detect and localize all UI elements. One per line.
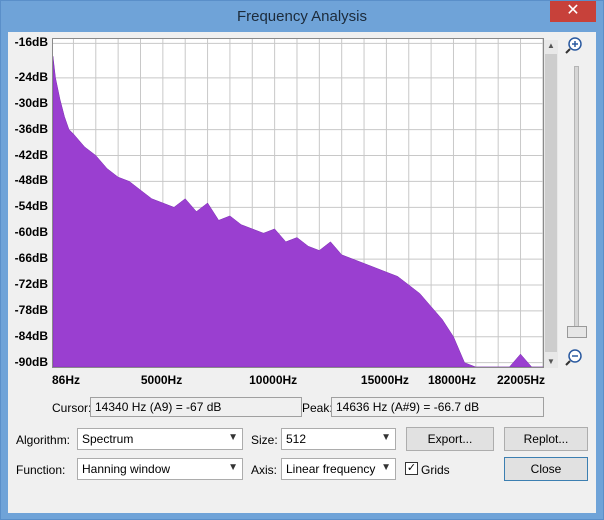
y-tick-label: -72dB: [14, 277, 48, 291]
scroll-thumb[interactable]: [545, 54, 557, 352]
dialog-client-area: -16dB -24dB -30dB -36dB -42dB -48dB -54dB -60dB…: [8, 32, 596, 513]
chevron-down-icon: ▼: [228, 432, 238, 443]
axis-select[interactable]: Linear frequency ▼: [281, 458, 396, 480]
zoom-out-icon[interactable]: [564, 348, 584, 368]
y-tick-label: -42dB: [14, 147, 48, 162]
peak-label: Peak:: [302, 401, 333, 415]
y-tick-label: -78dB: [14, 302, 48, 317]
replot-button[interactable]: Replot...: [504, 427, 588, 451]
plot-vertical-scrollbar[interactable]: ▲ ▼: [544, 40, 558, 368]
function-label: Function:: [16, 463, 66, 477]
grids-label: Grids: [421, 463, 450, 477]
chevron-down-icon: ▼: [381, 432, 391, 443]
peak-readout: 14636 Hz (A#9) = -66.7 dB: [331, 397, 544, 417]
cursor-readout: 14340 Hz (A9) = -67 dB: [90, 397, 302, 417]
close-button[interactable]: Close: [504, 457, 588, 481]
chevron-down-icon: ▼: [381, 462, 391, 473]
algorithm-select[interactable]: Spectrum ▼: [77, 428, 243, 450]
frequency-analysis-window: Frequency Analysis ✕ -16dB -24dB -30dB -36d…: [0, 0, 604, 520]
x-tick-label: 15000Hz: [360, 373, 409, 387]
function-value: Hanning window: [82, 462, 171, 476]
zoom-slider-thumb[interactable]: [567, 326, 587, 338]
y-tick-label: -90dB: [14, 354, 48, 369]
axis-value: Linear frequency: [286, 462, 376, 476]
y-tick-label: -66dB: [14, 251, 48, 266]
algorithm-value: Spectrum: [82, 432, 134, 446]
axis-label: Axis:: [251, 463, 278, 477]
y-tick-label: -60dB: [14, 225, 48, 240]
size-label: Size:: [251, 433, 278, 447]
y-tick-label: -84dB: [14, 328, 48, 343]
cursor-label: Cursor:: [52, 401, 92, 415]
x-tick-label: 5000Hz: [140, 373, 183, 387]
window-title: Frequency Analysis: [236, 8, 368, 25]
scroll-up-arrow-icon[interactable]: ▲: [544, 40, 558, 52]
function-select[interactable]: Hanning window ▼: [77, 458, 243, 480]
spectrum-plot[interactable]: [52, 38, 544, 368]
x-tick-label: 86Hz: [52, 373, 81, 387]
y-tick-label: -30dB: [14, 95, 48, 110]
zoom-slider-track[interactable]: [574, 66, 579, 338]
y-tick-label: -54dB: [14, 199, 48, 214]
spectrum-area: [52, 56, 543, 368]
title-bar[interactable]: Frequency Analysis ✕: [1, 1, 603, 32]
window-close-button[interactable]: ✕: [550, 1, 596, 22]
algorithm-label: Algorithm:: [16, 433, 71, 447]
size-select[interactable]: 512 ▼: [281, 428, 396, 450]
size-value: 512: [286, 432, 307, 446]
x-tick-label: 22005Hz: [497, 373, 546, 387]
grids-checkbox[interactable]: ✓: [405, 462, 418, 475]
export-button[interactable]: Export...: [406, 427, 494, 451]
y-tick-label: -16dB: [14, 35, 48, 50]
x-tick-label: 18000Hz: [427, 373, 476, 387]
y-tick-label: -24dB: [14, 69, 48, 84]
y-tick-label: -36dB: [14, 121, 48, 136]
scroll-down-arrow-icon[interactable]: ▼: [544, 356, 558, 368]
x-tick-label: 10000Hz: [249, 373, 298, 387]
y-tick-label: -48dB: [14, 173, 48, 188]
zoom-in-icon[interactable]: [564, 36, 584, 56]
chevron-down-icon: ▼: [228, 462, 238, 473]
spectrum-svg: [52, 39, 544, 368]
